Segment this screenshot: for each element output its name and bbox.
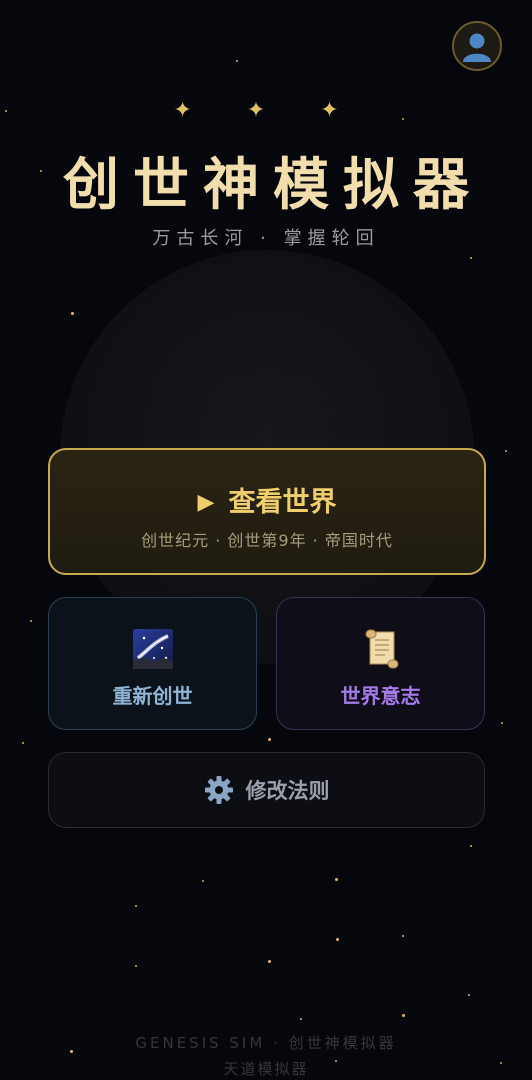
footer-subtitle: 天道模拟器 — [223, 1060, 309, 1078]
profile-button[interactable] — [452, 21, 502, 71]
gear-icon — [204, 776, 233, 804]
app-subtitle: 万古长河 · 掌握轮回 — [152, 228, 380, 249]
modify-rules-button[interactable]: 修改法则 — [48, 752, 485, 828]
recreate-world-button[interactable]: 重新创世 — [48, 597, 257, 730]
app-title: 创世神模拟器 — [63, 153, 483, 218]
play-icon: ▶ — [197, 490, 215, 515]
view-world-button[interactable]: ▶ 查看世界 创世纪元 · 创世第9年 · 帝国时代 — [48, 448, 486, 575]
world-status-text: 创世纪元 · 创世第9年 · 帝国时代 — [141, 531, 393, 550]
sparkle-decoration: ✦ ✦ ✦ — [0, 98, 532, 123]
footer-brand: GENESIS SIM · 创世神模拟器 — [135, 1034, 397, 1052]
scroll-icon — [365, 629, 398, 669]
sparkle-icon: ✦ — [246, 98, 286, 123]
sparkle-icon: ✦ — [173, 98, 212, 123]
user-avatar-icon — [463, 33, 491, 62]
view-world-label: 查看世界 — [228, 487, 337, 518]
world-will-label: 世界意志 — [340, 684, 421, 708]
recreate-world-label: 重新创世 — [112, 684, 193, 708]
modify-rules-label: 修改法则 — [245, 779, 330, 803]
world-will-button[interactable]: 世界意志 — [276, 597, 485, 730]
galaxy-icon — [132, 629, 173, 669]
sparkle-icon: ✦ — [320, 98, 359, 123]
